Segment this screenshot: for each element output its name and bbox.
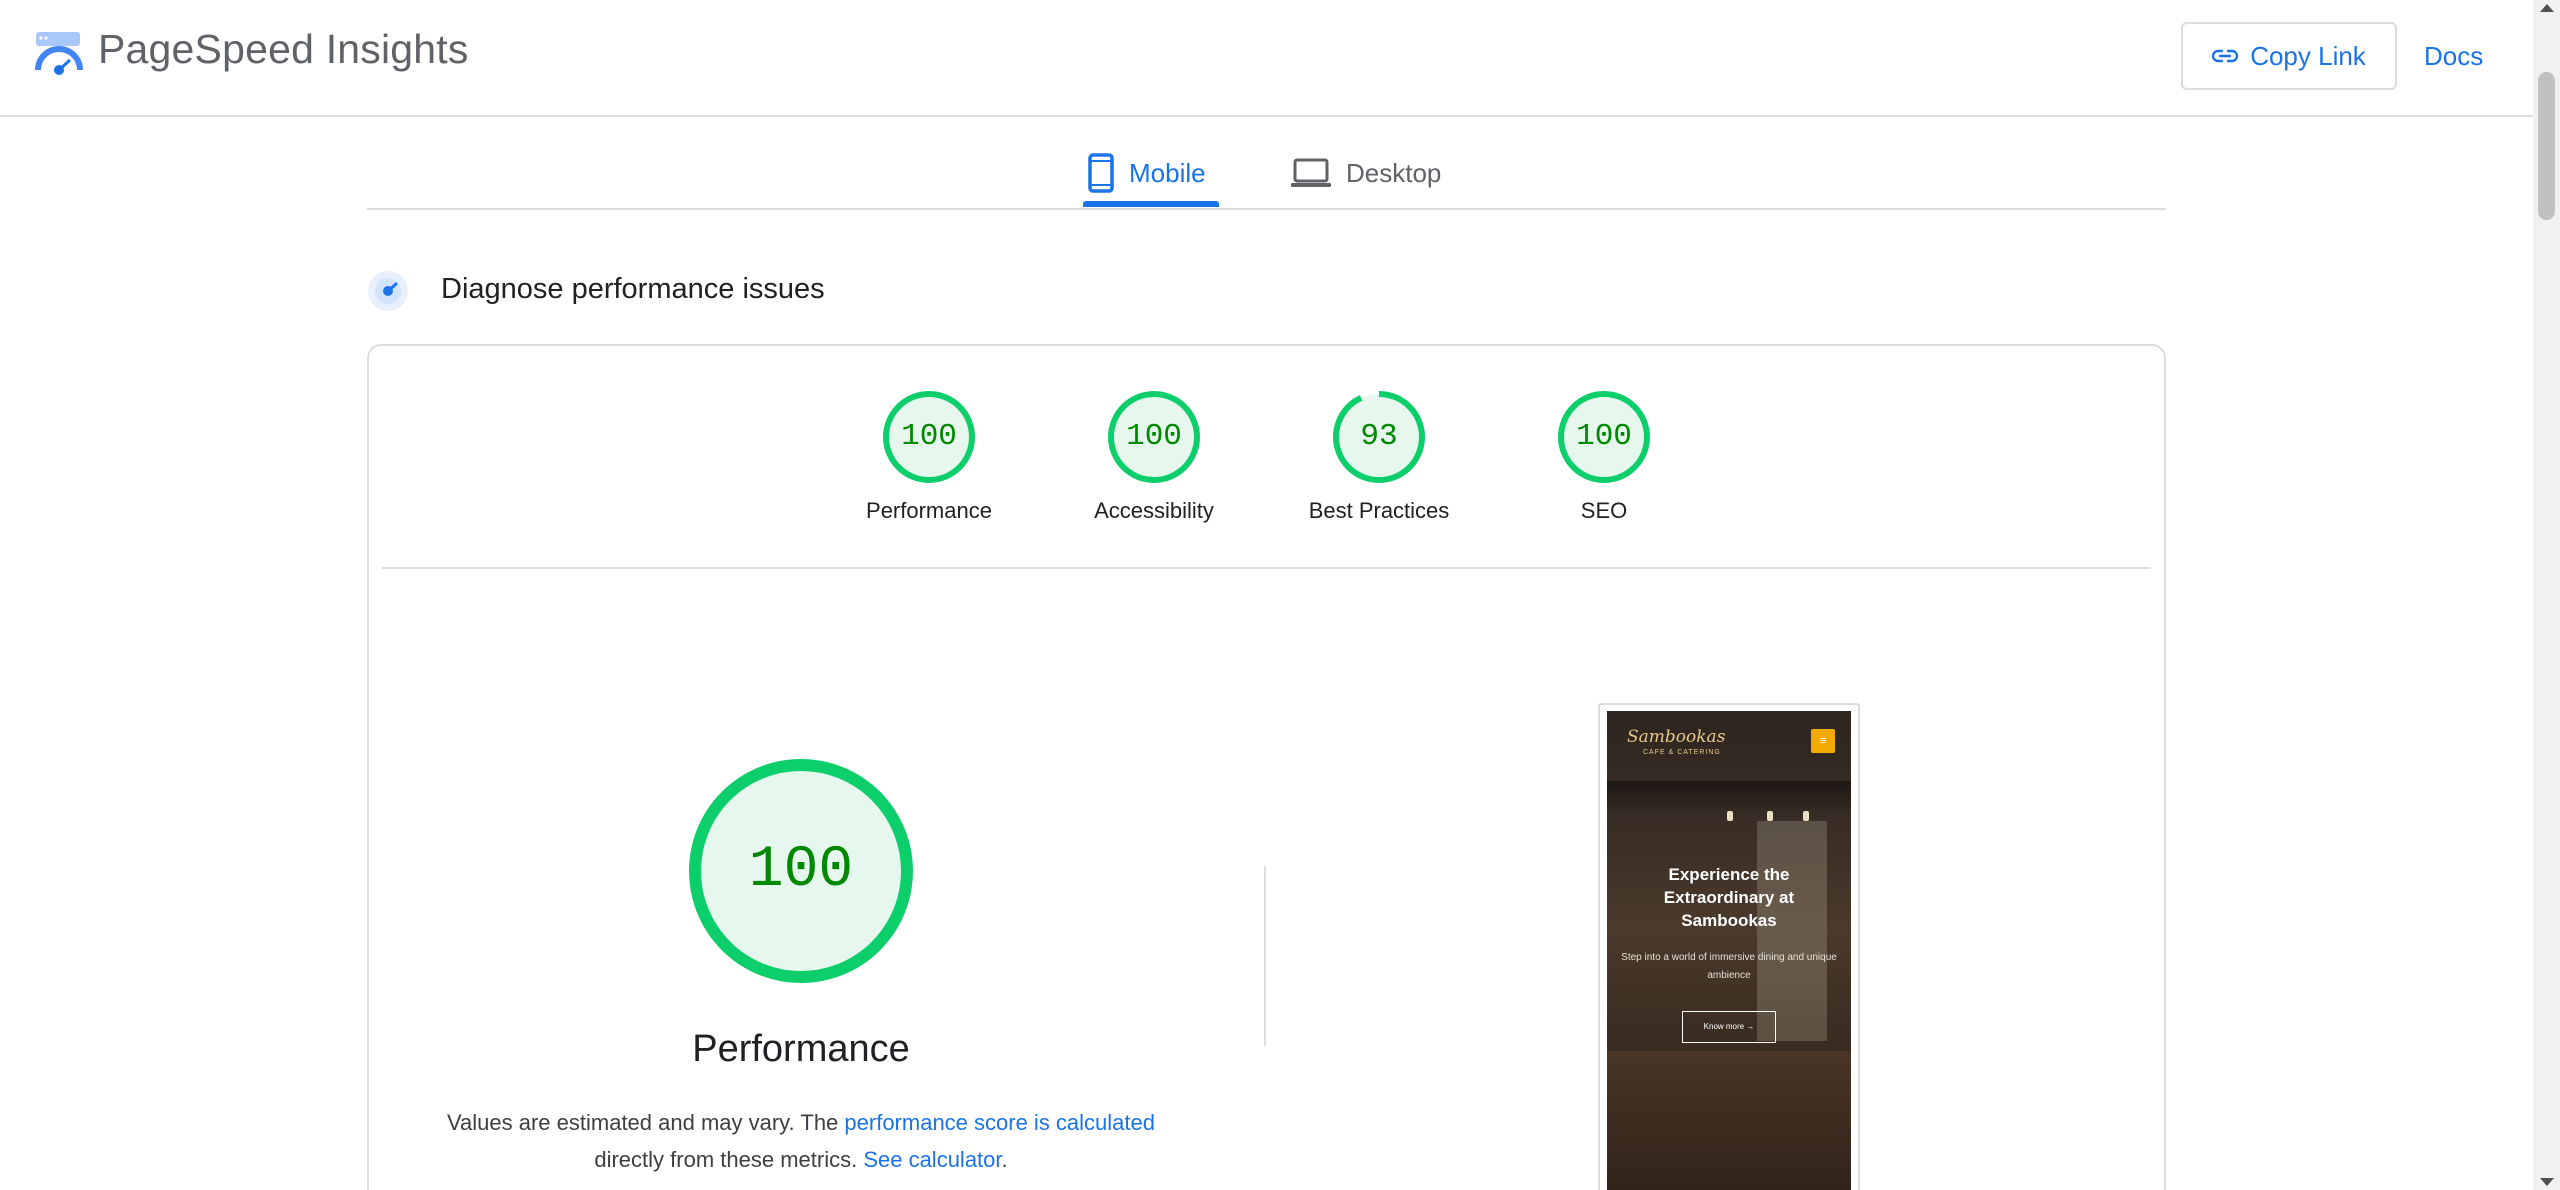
screenshot-floor [1607, 1051, 1851, 1190]
score-value: 100 [1576, 419, 1632, 454]
top-header: PageSpeed Insights Copy Link Docs [0, 0, 2533, 117]
tab-mobile[interactable]: Mobile [1083, 138, 1210, 208]
screenshot-logo-sub: CAFE & CATERING [1643, 749, 1721, 756]
smartphone-icon [1088, 153, 1114, 193]
diagnose-icon [368, 271, 408, 311]
score-label: Best Practices [1308, 498, 1450, 523]
copy-link-label: Copy Link [2250, 40, 2366, 71]
tab-selected-indicator [1083, 201, 1219, 207]
section-title: Diagnose performance issues [441, 273, 825, 305]
copy-link-button[interactable]: Copy Link [2181, 22, 2397, 90]
score-value: 93 [1360, 419, 1398, 454]
tab-mobile-label: Mobile [1129, 157, 1206, 188]
scrollbar-thumb[interactable] [2538, 72, 2555, 220]
see-calculator-link[interactable]: See calculator [863, 1147, 1001, 1172]
page-screenshot[interactable]: Sambookas CAFE & CATERING ≡ Experience t… [1607, 711, 1851, 1190]
scroll-up-arrow-icon[interactable] [2540, 4, 2554, 12]
gauges-divider [382, 567, 2151, 569]
docs-link[interactable]: Docs [2410, 22, 2497, 90]
lamp-icon [1767, 811, 1773, 821]
screenshot-logo: Sambookas [1627, 727, 1726, 747]
link-icon [2212, 49, 2239, 63]
pagespeed-logo-icon[interactable] [34, 30, 84, 78]
desc-prefix: Values are estimated and may vary. The [446, 1110, 845, 1135]
menu-icon: ≡ [1811, 729, 1835, 753]
device-tabs: Mobile Desktop [367, 118, 2166, 210]
performance-title: Performance [692, 1028, 910, 1070]
score-value: 100 [1126, 419, 1182, 454]
screenshot-heading: Experience the Extraordinary at Sambooka… [1663, 865, 1795, 930]
scroll-down-arrow-icon[interactable] [2540, 1178, 2554, 1186]
score-label: Performance [866, 498, 992, 523]
score-value: 100 [901, 419, 957, 454]
gauge-accessibility[interactable]: 100 Accessibility [1064, 390, 1244, 524]
gauge-performance[interactable]: 100 Performance [839, 390, 1019, 524]
score-calculated-link[interactable]: performance score is calculated [844, 1110, 1155, 1135]
performance-score-value: 100 [748, 838, 854, 903]
tab-desktop[interactable]: Desktop [1286, 138, 1445, 208]
vertical-divider [1264, 866, 1266, 1046]
score-label: SEO [1580, 498, 1628, 523]
app-title[interactable]: PageSpeed Insights [98, 26, 469, 73]
gauge-seo[interactable]: 100 SEO [1514, 390, 1694, 524]
tab-desktop-label: Desktop [1346, 157, 1442, 188]
desc-middle: directly from these metrics. [594, 1147, 864, 1172]
laptop-icon [1291, 158, 1331, 187]
lamp-icon [1727, 811, 1733, 821]
desc-suffix: . [1001, 1147, 1008, 1172]
gauge-best-practices[interactable]: 93 Best Practices [1289, 390, 1469, 524]
screenshot-button: Know more → [1682, 1011, 1776, 1043]
screenshot-body: Step into a world of immersive dining an… [1621, 952, 1837, 981]
performance-description: Values are estimated and may vary. The p… [420, 1104, 1182, 1178]
lamp-icon [1803, 811, 1809, 821]
score-label: Accessibility [1094, 498, 1214, 523]
vertical-scrollbar[interactable] [2533, 0, 2560, 1190]
